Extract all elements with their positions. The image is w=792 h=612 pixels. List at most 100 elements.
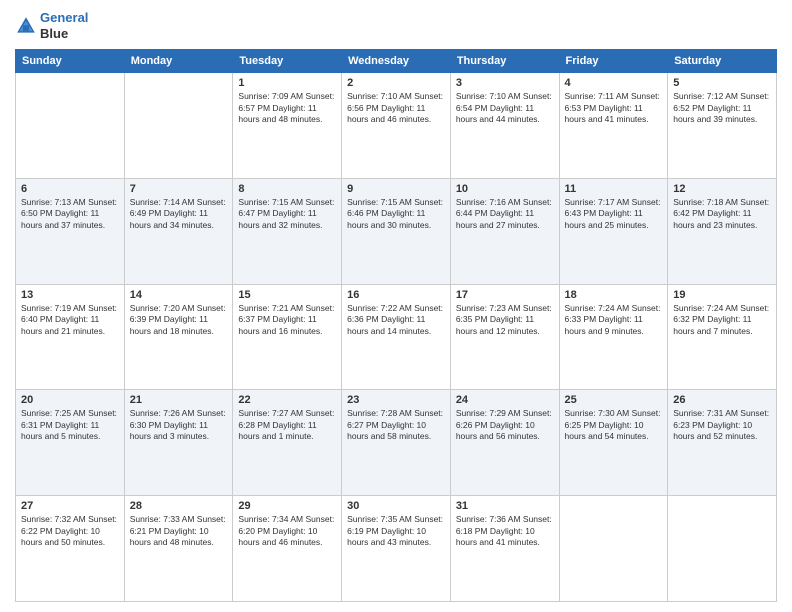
day-number: 27 [21, 500, 119, 512]
page: General Blue SundayMondayTuesdayWednesda… [0, 0, 792, 612]
weekday-header-row: SundayMondayTuesdayWednesdayThursdayFrid… [16, 50, 777, 73]
day-cell: 31 Sunrise: 7:36 AM Sunset: 6:18 PM Dayli… [450, 496, 559, 602]
day-info: Sunrise: 7:17 AM Sunset: 6:43 PM Dayligh… [565, 197, 663, 231]
day-number: 2 [347, 77, 445, 89]
day-info: Sunrise: 7:09 AM Sunset: 6:57 PM Dayligh… [238, 91, 336, 125]
day-info: Sunrise: 7:33 AM Sunset: 6:21 PM Dayligh… [130, 514, 228, 548]
day-info: Sunrise: 7:26 AM Sunset: 6:30 PM Dayligh… [130, 408, 228, 442]
day-info: Sunrise: 7:13 AM Sunset: 6:50 PM Dayligh… [21, 197, 119, 231]
day-number: 22 [238, 394, 336, 406]
day-number: 29 [238, 500, 336, 512]
day-cell: 3 Sunrise: 7:10 AM Sunset: 6:54 PM Daylig… [450, 73, 559, 179]
day-info: Sunrise: 7:12 AM Sunset: 6:52 PM Dayligh… [673, 91, 771, 125]
header: General Blue [15, 10, 777, 41]
day-info: Sunrise: 7:28 AM Sunset: 6:27 PM Dayligh… [347, 408, 445, 442]
day-cell: 7Sunrise: 7:14 AM Sunset: 6:49 PM Daylig… [124, 178, 233, 284]
day-info: Sunrise: 7:23 AM Sunset: 6:35 PM Dayligh… [456, 303, 554, 337]
day-cell: 15Sunrise: 7:21 AM Sunset: 6:37 PM Dayli… [233, 284, 342, 390]
calendar-table: SundayMondayTuesdayWednesdayThursdayFrid… [15, 49, 777, 602]
day-info: Sunrise: 7:36 AM Sunset: 6:18 PM Dayligh… [456, 514, 554, 548]
day-cell: 18 Sunrise: 7:24 AM Sunset: 6:33 PM Dayli… [559, 284, 668, 390]
day-cell: 29 Sunrise: 7:34 AM Sunset: 6:20 PM Dayli… [233, 496, 342, 602]
day-number: 13 [21, 289, 119, 301]
day-cell: 4 Sunrise: 7:11 AM Sunset: 6:53 PM Daylig… [559, 73, 668, 179]
week-row-2: 6 Sunrise: 7:13 AM Sunset: 6:50 PM Daylig… [16, 178, 777, 284]
day-number: 1 [238, 77, 336, 89]
day-number: 17 [456, 289, 554, 301]
day-number: 26 [673, 394, 771, 406]
day-number: 12 [673, 183, 771, 195]
weekday-header-tuesday: Tuesday [233, 50, 342, 73]
day-number: 6 [21, 183, 119, 195]
day-cell: 12 Sunrise: 7:18 AM Sunset: 6:42 PM Dayli… [668, 178, 777, 284]
day-cell: 20 Sunrise: 7:25 AM Sunset: 6:31 PM Dayli… [16, 390, 125, 496]
day-cell: 30 Sunrise: 7:35 AM Sunset: 6:19 PM Dayli… [342, 496, 451, 602]
day-info: Sunrise: 7:20 AM Sunset: 6:39 PM Dayligh… [130, 303, 228, 337]
weekday-header-wednesday: Wednesday [342, 50, 451, 73]
day-info: Sunrise: 7:10 AM Sunset: 6:54 PM Dayligh… [456, 91, 554, 125]
day-info: Sunrise: 7:24 AM Sunset: 6:32 PM Dayligh… [673, 303, 771, 337]
weekday-header-friday: Friday [559, 50, 668, 73]
day-info: Sunrise: 7:19 AM Sunset: 6:40 PM Dayligh… [21, 303, 119, 337]
logo-line1: General [40, 10, 88, 26]
weekday-header-monday: Monday [124, 50, 233, 73]
day-info: Sunrise: 7:31 AM Sunset: 6:23 PM Dayligh… [673, 408, 771, 442]
day-info: Sunrise: 7:15 AM Sunset: 6:47 PM Dayligh… [238, 197, 336, 231]
day-info: Sunrise: 7:24 AM Sunset: 6:33 PM Dayligh… [565, 303, 663, 337]
day-info: Sunrise: 7:29 AM Sunset: 6:26 PM Dayligh… [456, 408, 554, 442]
day-number: 9 [347, 183, 445, 195]
day-info: Sunrise: 7:15 AM Sunset: 6:46 PM Dayligh… [347, 197, 445, 231]
weekday-header-thursday: Thursday [450, 50, 559, 73]
weekday-header-sunday: Sunday [16, 50, 125, 73]
day-cell: 9 Sunrise: 7:15 AM Sunset: 6:46 PM Daylig… [342, 178, 451, 284]
day-cell: 22Sunrise: 7:27 AM Sunset: 6:28 PM Dayli… [233, 390, 342, 496]
day-number: 8 [238, 183, 336, 195]
day-number: 20 [21, 394, 119, 406]
day-cell: 16 Sunrise: 7:22 AM Sunset: 6:36 PM Dayli… [342, 284, 451, 390]
day-cell: 6 Sunrise: 7:13 AM Sunset: 6:50 PM Daylig… [16, 178, 125, 284]
day-number: 4 [565, 77, 663, 89]
day-info: Sunrise: 7:18 AM Sunset: 6:42 PM Dayligh… [673, 197, 771, 231]
day-cell: 24Sunrise: 7:29 AM Sunset: 6:26 PM Dayli… [450, 390, 559, 496]
day-cell [559, 496, 668, 602]
week-row-4: 20 Sunrise: 7:25 AM Sunset: 6:31 PM Dayli… [16, 390, 777, 496]
day-number: 18 [565, 289, 663, 301]
day-number: 21 [130, 394, 228, 406]
day-info: Sunrise: 7:25 AM Sunset: 6:31 PM Dayligh… [21, 408, 119, 442]
day-info: Sunrise: 7:30 AM Sunset: 6:25 PM Dayligh… [565, 408, 663, 442]
day-number: 14 [130, 289, 228, 301]
day-info: Sunrise: 7:22 AM Sunset: 6:36 PM Dayligh… [347, 303, 445, 337]
day-info: Sunrise: 7:32 AM Sunset: 6:22 PM Dayligh… [21, 514, 119, 548]
day-cell: 11Sunrise: 7:17 AM Sunset: 6:43 PM Dayli… [559, 178, 668, 284]
day-number: 5 [673, 77, 771, 89]
day-number: 23 [347, 394, 445, 406]
week-row-5: 27 Sunrise: 7:32 AM Sunset: 6:22 PM Dayli… [16, 496, 777, 602]
day-cell: 19 Sunrise: 7:24 AM Sunset: 6:32 PM Dayli… [668, 284, 777, 390]
day-number: 31 [456, 500, 554, 512]
day-cell: 25Sunrise: 7:30 AM Sunset: 6:25 PM Dayli… [559, 390, 668, 496]
day-info: Sunrise: 7:11 AM Sunset: 6:53 PM Dayligh… [565, 91, 663, 125]
logo-line2: Blue [40, 26, 88, 42]
day-cell [124, 73, 233, 179]
day-cell: 27 Sunrise: 7:32 AM Sunset: 6:22 PM Dayli… [16, 496, 125, 602]
day-info: Sunrise: 7:34 AM Sunset: 6:20 PM Dayligh… [238, 514, 336, 548]
day-cell: 14 Sunrise: 7:20 AM Sunset: 6:39 PM Dayli… [124, 284, 233, 390]
day-number: 28 [130, 500, 228, 512]
day-info: Sunrise: 7:16 AM Sunset: 6:44 PM Dayligh… [456, 197, 554, 231]
day-cell: 10Sunrise: 7:16 AM Sunset: 6:44 PM Dayli… [450, 178, 559, 284]
day-number: 30 [347, 500, 445, 512]
day-number: 19 [673, 289, 771, 301]
day-info: Sunrise: 7:21 AM Sunset: 6:37 PM Dayligh… [238, 303, 336, 337]
day-cell [668, 496, 777, 602]
day-number: 16 [347, 289, 445, 301]
day-number: 7 [130, 183, 228, 195]
day-cell: 21 Sunrise: 7:26 AM Sunset: 6:30 PM Dayli… [124, 390, 233, 496]
day-cell: 17 Sunrise: 7:23 AM Sunset: 6:35 PM Dayli… [450, 284, 559, 390]
day-info: Sunrise: 7:35 AM Sunset: 6:19 PM Dayligh… [347, 514, 445, 548]
day-info: Sunrise: 7:10 AM Sunset: 6:56 PM Dayligh… [347, 91, 445, 125]
day-number: 3 [456, 77, 554, 89]
week-row-3: 13 Sunrise: 7:19 AM Sunset: 6:40 PM Dayli… [16, 284, 777, 390]
day-cell: 26 Sunrise: 7:31 AM Sunset: 6:23 PM Dayli… [668, 390, 777, 496]
day-cell: 1 Sunrise: 7:09 AM Sunset: 6:57 PM Daylig… [233, 73, 342, 179]
day-cell: 23 Sunrise: 7:28 AM Sunset: 6:27 PM Dayli… [342, 390, 451, 496]
